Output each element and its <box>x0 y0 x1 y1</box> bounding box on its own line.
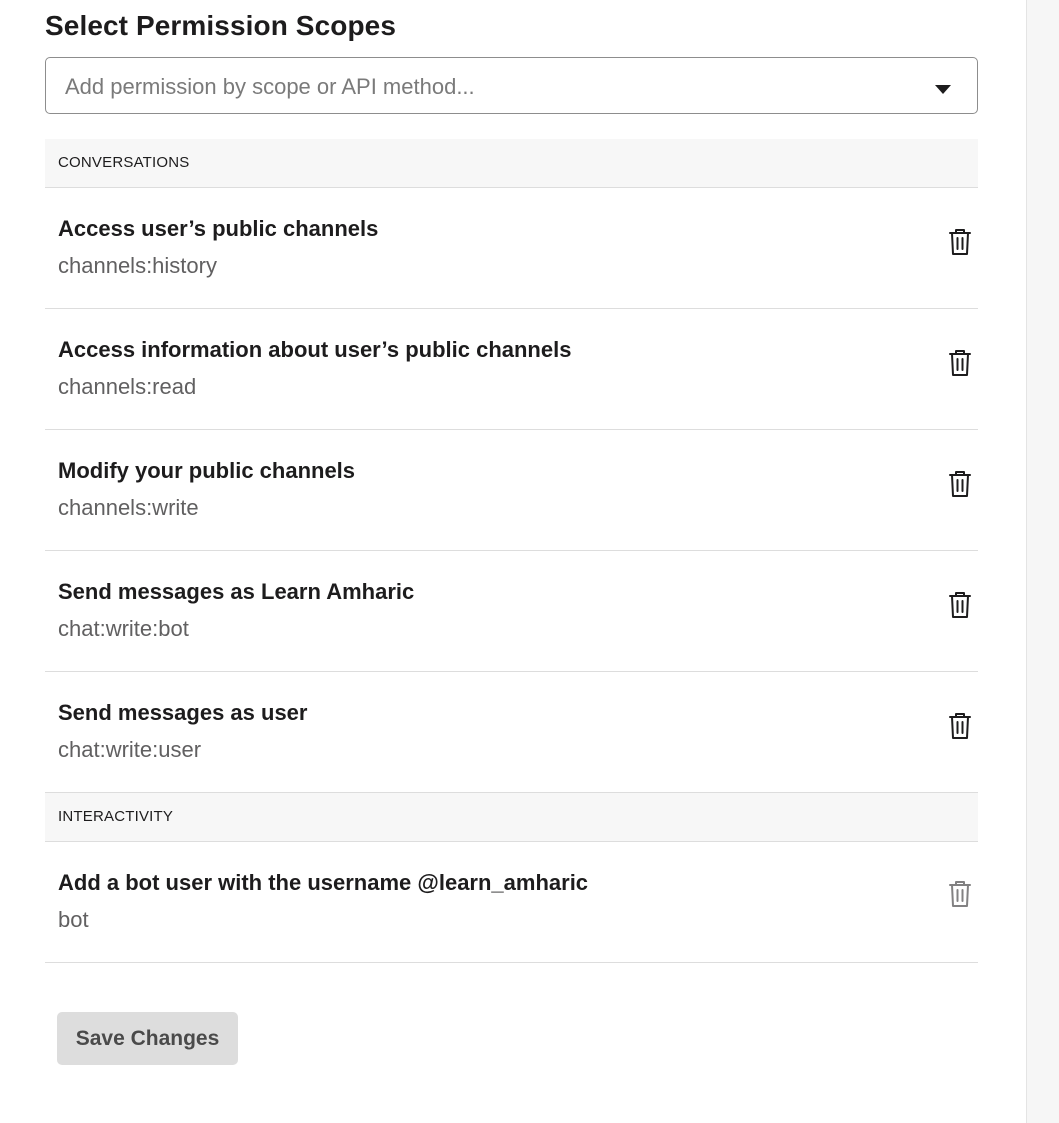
scope-row: Access information about user’s public c… <box>45 309 978 430</box>
scope-name: bot <box>58 907 89 932</box>
remove-scope-button[interactable] <box>944 589 976 621</box>
section-label: CONVERSATIONS <box>58 154 190 171</box>
scope-row: Send messages as user chat:write:user <box>45 672 978 793</box>
trash-icon <box>949 471 971 497</box>
right-scrollbar-track[interactable] <box>1026 0 1059 1123</box>
remove-scope-button[interactable] <box>944 468 976 500</box>
section-header-interactivity: INTERACTIVITY <box>45 793 978 842</box>
scope-search-placeholder: Add permission by scope or API method... <box>65 74 475 99</box>
scope-title: Send messages as user <box>58 700 308 725</box>
scope-title: Access information about user’s public c… <box>58 337 572 362</box>
scope-name: channels:read <box>58 374 197 399</box>
trash-icon <box>949 713 971 739</box>
scope-name: chat:write:bot <box>58 616 189 641</box>
remove-scope-button[interactable] <box>944 710 976 742</box>
scope-search-select[interactable]: Add permission by scope or API method... <box>45 57 978 114</box>
page-title: Select Permission Scopes <box>45 10 397 41</box>
remove-scope-button[interactable] <box>944 347 976 379</box>
scope-title: Modify your public channels <box>58 458 356 483</box>
scope-row: Add a bot user with the username @learn_… <box>45 842 978 963</box>
save-changes-button[interactable]: Save Changes <box>57 1012 238 1065</box>
scope-name: channels:history <box>58 253 217 278</box>
scope-name: chat:write:user <box>58 737 202 762</box>
trash-icon <box>949 881 971 907</box>
scope-name: channels:write <box>58 495 199 520</box>
section-label: INTERACTIVITY <box>58 808 174 825</box>
trash-icon <box>949 350 971 376</box>
scope-title: Access user’s public channels <box>58 216 379 241</box>
caret-down-icon[interactable] <box>935 85 951 94</box>
scope-title: Add a bot user with the username @learn_… <box>58 870 589 895</box>
trash-icon <box>949 592 971 618</box>
trash-icon <box>949 229 971 255</box>
scope-row: Access user’s public channels channels:h… <box>45 188 978 309</box>
scope-row: Send messages as Learn Amharic chat:writ… <box>45 551 978 672</box>
permission-scopes-page: Select Permission Scopes Add permission … <box>0 0 1059 1123</box>
scope-title: Send messages as Learn Amharic <box>58 579 415 604</box>
remove-scope-button-disabled <box>944 878 976 910</box>
scope-row: Modify your public channels channels:wri… <box>45 430 978 551</box>
remove-scope-button[interactable] <box>944 226 976 258</box>
section-header-conversations: CONVERSATIONS <box>45 139 978 188</box>
